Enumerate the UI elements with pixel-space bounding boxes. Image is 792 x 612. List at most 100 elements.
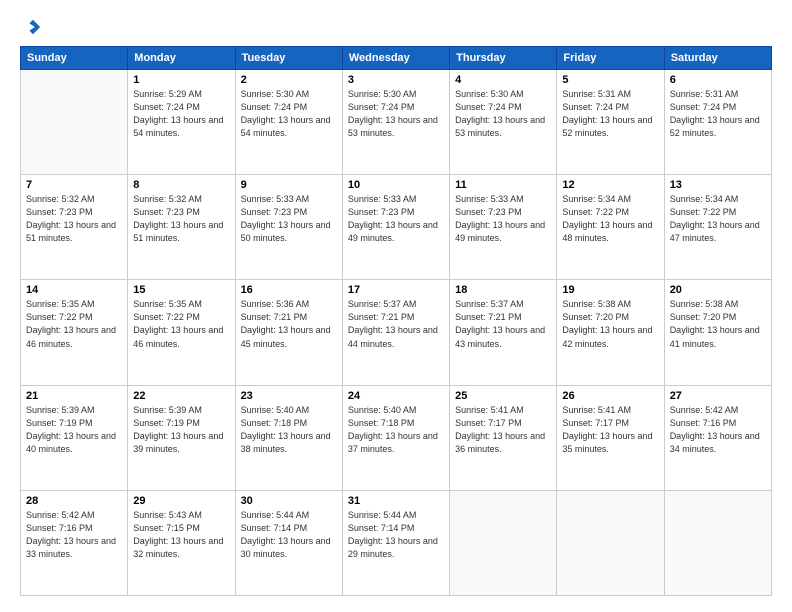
day-info: Sunrise: 5:40 AMSunset: 7:18 PMDaylight:… xyxy=(348,404,444,456)
calendar-week: 14 Sunrise: 5:35 AMSunset: 7:22 PMDayligh… xyxy=(21,280,772,385)
day-info: Sunrise: 5:30 AMSunset: 7:24 PMDaylight:… xyxy=(455,88,551,140)
day-info: Sunrise: 5:35 AMSunset: 7:22 PMDaylight:… xyxy=(133,298,229,350)
calendar-header: SundayMondayTuesdayWednesdayThursdayFrid… xyxy=(21,47,772,70)
weekday-header: Tuesday xyxy=(235,47,342,70)
day-info: Sunrise: 5:40 AMSunset: 7:18 PMDaylight:… xyxy=(241,404,337,456)
day-number: 1 xyxy=(133,74,229,86)
calendar-cell: 13 Sunrise: 5:34 AMSunset: 7:22 PMDayligh… xyxy=(664,175,771,280)
calendar-cell xyxy=(450,490,557,595)
day-number: 27 xyxy=(670,390,766,402)
day-info: Sunrise: 5:44 AMSunset: 7:14 PMDaylight:… xyxy=(241,509,337,561)
day-info: Sunrise: 5:44 AMSunset: 7:14 PMDaylight:… xyxy=(348,509,444,561)
calendar-cell: 29 Sunrise: 5:43 AMSunset: 7:15 PMDayligh… xyxy=(128,490,235,595)
day-info: Sunrise: 5:35 AMSunset: 7:22 PMDaylight:… xyxy=(26,298,122,350)
calendar-cell: 7 Sunrise: 5:32 AMSunset: 7:23 PMDaylight… xyxy=(21,175,128,280)
calendar-cell: 30 Sunrise: 5:44 AMSunset: 7:14 PMDayligh… xyxy=(235,490,342,595)
calendar-cell: 4Sunrise: 5:30 AMSunset: 7:24 PMDaylight… xyxy=(450,70,557,175)
day-number: 12 xyxy=(562,179,658,191)
header xyxy=(20,16,772,36)
day-info: Sunrise: 5:30 AMSunset: 7:24 PMDaylight:… xyxy=(241,88,337,140)
day-number: 7 xyxy=(26,179,122,191)
day-info: Sunrise: 5:34 AMSunset: 7:22 PMDaylight:… xyxy=(562,193,658,245)
day-info: Sunrise: 5:36 AMSunset: 7:21 PMDaylight:… xyxy=(241,298,337,350)
calendar-cell: 24 Sunrise: 5:40 AMSunset: 7:18 PMDayligh… xyxy=(342,385,449,490)
day-number: 6 xyxy=(670,74,766,86)
calendar-cell: 27 Sunrise: 5:42 AMSunset: 7:16 PMDayligh… xyxy=(664,385,771,490)
day-number: 8 xyxy=(133,179,229,191)
calendar-cell: 6Sunrise: 5:31 AMSunset: 7:24 PMDaylight… xyxy=(664,70,771,175)
calendar-cell: 18 Sunrise: 5:37 AMSunset: 7:21 PMDayligh… xyxy=(450,280,557,385)
logo xyxy=(20,16,42,36)
calendar-week: 28 Sunrise: 5:42 AMSunset: 7:16 PMDayligh… xyxy=(21,490,772,595)
calendar-cell: 28 Sunrise: 5:42 AMSunset: 7:16 PMDayligh… xyxy=(21,490,128,595)
day-info: Sunrise: 5:32 AMSunset: 7:23 PMDaylight:… xyxy=(133,193,229,245)
weekday-header: Thursday xyxy=(450,47,557,70)
day-info: Sunrise: 5:33 AMSunset: 7:23 PMDaylight:… xyxy=(241,193,337,245)
calendar-cell xyxy=(21,70,128,175)
calendar-week: 1 Sunrise: 5:29 AMSunset: 7:24 PMDaylight… xyxy=(21,70,772,175)
calendar-cell: 10Sunrise: 5:33 AMSunset: 7:23 PMDayligh… xyxy=(342,175,449,280)
day-number: 20 xyxy=(670,284,766,296)
day-number: 28 xyxy=(26,495,122,507)
calendar-cell: 1 Sunrise: 5:29 AMSunset: 7:24 PMDaylight… xyxy=(128,70,235,175)
calendar-cell: 5Sunrise: 5:31 AMSunset: 7:24 PMDaylight… xyxy=(557,70,664,175)
calendar-cell: 19 Sunrise: 5:38 AMSunset: 7:20 PMDayligh… xyxy=(557,280,664,385)
day-info: Sunrise: 5:41 AMSunset: 7:17 PMDaylight:… xyxy=(455,404,551,456)
day-info: Sunrise: 5:37 AMSunset: 7:21 PMDaylight:… xyxy=(348,298,444,350)
weekday-header: Wednesday xyxy=(342,47,449,70)
calendar-cell: 21 Sunrise: 5:39 AMSunset: 7:19 PMDayligh… xyxy=(21,385,128,490)
calendar-cell: 15 Sunrise: 5:35 AMSunset: 7:22 PMDayligh… xyxy=(128,280,235,385)
day-info: Sunrise: 5:42 AMSunset: 7:16 PMDaylight:… xyxy=(670,404,766,456)
day-number: 3 xyxy=(348,74,444,86)
calendar: SundayMondayTuesdayWednesdayThursdayFrid… xyxy=(20,46,772,596)
day-number: 17 xyxy=(348,284,444,296)
day-info: Sunrise: 5:41 AMSunset: 7:17 PMDaylight:… xyxy=(562,404,658,456)
day-number: 2 xyxy=(241,74,337,86)
weekday-header: Monday xyxy=(128,47,235,70)
calendar-cell: 31Sunrise: 5:44 AMSunset: 7:14 PMDayligh… xyxy=(342,490,449,595)
calendar-cell: 11Sunrise: 5:33 AMSunset: 7:23 PMDayligh… xyxy=(450,175,557,280)
day-number: 19 xyxy=(562,284,658,296)
day-number: 22 xyxy=(133,390,229,402)
day-info: Sunrise: 5:43 AMSunset: 7:15 PMDaylight:… xyxy=(133,509,229,561)
weekday-header: Friday xyxy=(557,47,664,70)
calendar-cell: 14 Sunrise: 5:35 AMSunset: 7:22 PMDayligh… xyxy=(21,280,128,385)
calendar-cell: 2 Sunrise: 5:30 AMSunset: 7:24 PMDaylight… xyxy=(235,70,342,175)
day-number: 18 xyxy=(455,284,551,296)
day-number: 9 xyxy=(241,179,337,191)
calendar-cell: 25Sunrise: 5:41 AMSunset: 7:17 PMDayligh… xyxy=(450,385,557,490)
calendar-body: 1 Sunrise: 5:29 AMSunset: 7:24 PMDaylight… xyxy=(21,70,772,596)
calendar-cell: 3Sunrise: 5:30 AMSunset: 7:24 PMDaylight… xyxy=(342,70,449,175)
weekday-header: Saturday xyxy=(664,47,771,70)
day-info: Sunrise: 5:39 AMSunset: 7:19 PMDaylight:… xyxy=(26,404,122,456)
weekday-row: SundayMondayTuesdayWednesdayThursdayFrid… xyxy=(21,47,772,70)
day-info: Sunrise: 5:32 AMSunset: 7:23 PMDaylight:… xyxy=(26,193,122,245)
page: SundayMondayTuesdayWednesdayThursdayFrid… xyxy=(0,0,792,612)
weekday-header: Sunday xyxy=(21,47,128,70)
day-number: 5 xyxy=(562,74,658,86)
day-info: Sunrise: 5:38 AMSunset: 7:20 PMDaylight:… xyxy=(562,298,658,350)
day-number: 23 xyxy=(241,390,337,402)
calendar-week: 7 Sunrise: 5:32 AMSunset: 7:23 PMDaylight… xyxy=(21,175,772,280)
logo-icon xyxy=(24,18,42,36)
day-number: 26 xyxy=(562,390,658,402)
day-number: 29 xyxy=(133,495,229,507)
day-number: 14 xyxy=(26,284,122,296)
day-number: 30 xyxy=(241,495,337,507)
calendar-cell xyxy=(664,490,771,595)
day-info: Sunrise: 5:34 AMSunset: 7:22 PMDaylight:… xyxy=(670,193,766,245)
calendar-cell: 16 Sunrise: 5:36 AMSunset: 7:21 PMDayligh… xyxy=(235,280,342,385)
day-number: 13 xyxy=(670,179,766,191)
day-info: Sunrise: 5:42 AMSunset: 7:16 PMDaylight:… xyxy=(26,509,122,561)
day-number: 21 xyxy=(26,390,122,402)
day-number: 24 xyxy=(348,390,444,402)
day-number: 16 xyxy=(241,284,337,296)
calendar-cell: 12 Sunrise: 5:34 AMSunset: 7:22 PMDayligh… xyxy=(557,175,664,280)
day-number: 15 xyxy=(133,284,229,296)
day-info: Sunrise: 5:33 AMSunset: 7:23 PMDaylight:… xyxy=(348,193,444,245)
day-info: Sunrise: 5:37 AMSunset: 7:21 PMDaylight:… xyxy=(455,298,551,350)
day-info: Sunrise: 5:29 AMSunset: 7:24 PMDaylight:… xyxy=(133,88,229,140)
calendar-cell: 26 Sunrise: 5:41 AMSunset: 7:17 PMDayligh… xyxy=(557,385,664,490)
calendar-cell: 23 Sunrise: 5:40 AMSunset: 7:18 PMDayligh… xyxy=(235,385,342,490)
calendar-cell: 20Sunrise: 5:38 AMSunset: 7:20 PMDayligh… xyxy=(664,280,771,385)
